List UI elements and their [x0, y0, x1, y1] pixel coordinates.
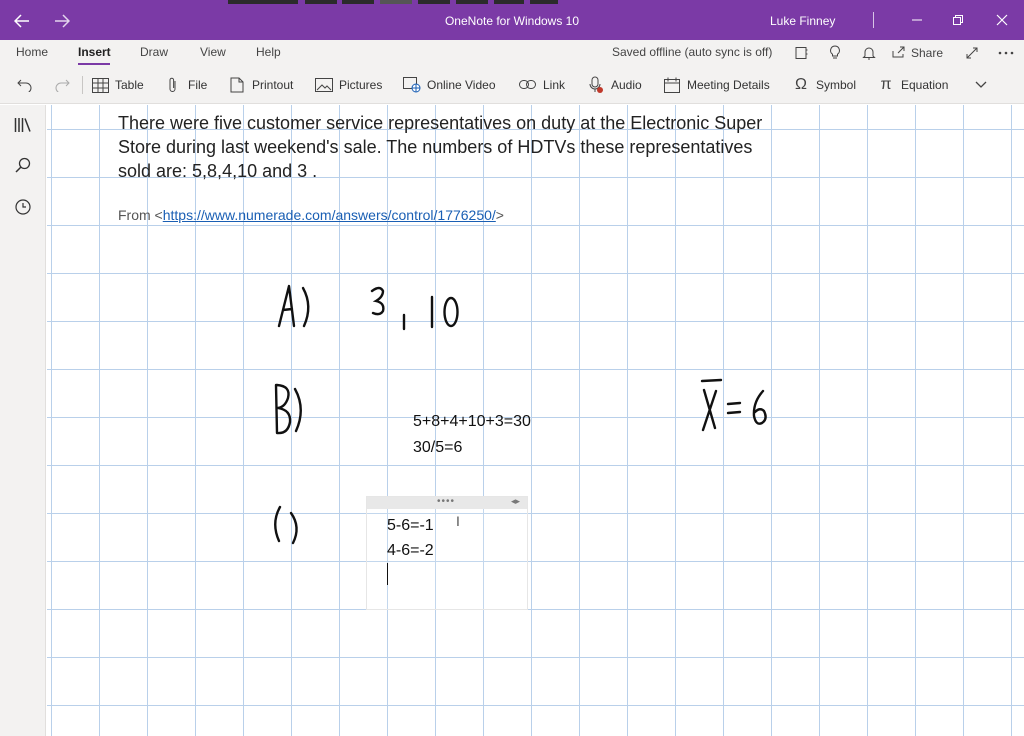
window-title: OneNote for Windows 10	[444, 14, 580, 28]
omega-icon: Ω	[795, 76, 807, 93]
active-tab-indicator	[78, 63, 110, 65]
insert-toolbar: Table File Printout Pictures Online Vide…	[0, 66, 1024, 104]
link-label: Link	[543, 78, 566, 92]
tab-help[interactable]: Help	[256, 45, 281, 59]
insert-file-button[interactable]: File	[164, 75, 207, 95]
toolbar-divider	[82, 76, 83, 94]
audio-icon	[587, 76, 605, 94]
handwritten-a-answer[interactable]	[367, 283, 467, 335]
mean-calculation[interactable]: 30/5=6	[413, 435, 462, 461]
more-options-icon[interactable]	[995, 43, 1017, 63]
link-icon	[519, 76, 537, 94]
taskbar-strip	[228, 0, 298, 4]
equation-label: Equation	[901, 78, 949, 92]
insert-pictures-button[interactable]: Pictures	[315, 75, 382, 95]
deviation-line[interactable]: 4-6=-2	[387, 538, 434, 563]
audio-label: Audio	[611, 78, 642, 92]
meeting-details-label: Meeting Details	[687, 78, 770, 92]
picture-icon	[315, 76, 333, 94]
handwritten-b-label[interactable]	[269, 380, 307, 436]
notebooks-icon[interactable]	[12, 114, 34, 136]
insert-link-button[interactable]: Link	[519, 75, 565, 95]
printout-icon	[228, 76, 246, 94]
notebook-sync-icon[interactable]	[790, 43, 812, 63]
bell-icon[interactable]	[858, 43, 880, 63]
resize-arrows-icon[interactable]: ◂▸	[511, 496, 520, 507]
share-button[interactable]: Share	[892, 43, 943, 63]
source-prefix: From <	[118, 207, 163, 223]
taskbar-strip	[456, 0, 488, 4]
online-video-label: Online Video	[427, 78, 496, 92]
left-navigation	[0, 105, 46, 736]
table-icon	[91, 76, 109, 94]
ribbon-tabs: Home Insert Draw View Help Saved offline…	[0, 40, 1024, 66]
handwritten-mean-notation[interactable]	[697, 376, 777, 434]
insert-table-button[interactable]: Table	[91, 75, 144, 95]
paperclip-icon	[164, 76, 182, 94]
question-text[interactable]: There were five customer service represe…	[118, 111, 778, 183]
insert-meeting-details-button[interactable]: Meeting Details	[663, 75, 770, 95]
taskbar-strip	[305, 0, 337, 4]
handwritten-c-label[interactable]	[269, 503, 305, 547]
note-container[interactable]: •••• ◂▸ 5-6=-1 4-6=-2 I	[366, 496, 528, 610]
symbol-label: Symbol	[816, 78, 857, 92]
insert-online-video-button[interactable]: Online Video	[403, 75, 496, 95]
source-citation: From <https://www.numerade.com/answers/c…	[118, 207, 504, 223]
tab-draw[interactable]: Draw	[140, 45, 168, 59]
page-canvas[interactable]: There were five customer service represe…	[47, 105, 1024, 736]
insert-symbol-button[interactable]: Ω Symbol	[792, 75, 856, 95]
minimize-icon[interactable]	[903, 8, 931, 32]
chevron-down-icon[interactable]	[970, 74, 992, 96]
close-icon[interactable]	[988, 8, 1016, 32]
recent-clock-icon[interactable]	[12, 196, 34, 218]
printout-label: Printout	[252, 78, 294, 92]
taskbar-strip	[418, 0, 450, 4]
tab-view[interactable]: View	[200, 45, 226, 59]
fullscreen-icon[interactable]	[961, 43, 983, 63]
insert-equation-button[interactable]: π Equation	[877, 75, 948, 95]
user-name[interactable]: Luke Finney	[770, 14, 835, 28]
insert-printout-button[interactable]: Printout	[228, 75, 293, 95]
deviation-line[interactable]: 5-6=-1	[387, 513, 434, 538]
taskbar-strip	[342, 0, 374, 4]
undo-icon[interactable]	[14, 74, 36, 96]
insert-audio-button[interactable]: Audio	[587, 75, 642, 95]
ibeam-cursor-icon: I	[456, 513, 460, 529]
file-label: File	[188, 78, 208, 92]
taskbar-strip	[494, 0, 524, 4]
handwritten-a-label[interactable]	[275, 280, 317, 330]
search-icon[interactable]	[12, 154, 34, 176]
online-video-icon	[403, 76, 421, 94]
sync-status: Saved offline (auto sync is off)	[612, 45, 773, 59]
share-icon	[892, 45, 906, 62]
sum-calculation[interactable]: 5+8+4+10+3=30	[413, 409, 531, 435]
redo-icon[interactable]	[51, 74, 73, 96]
tab-insert[interactable]: Insert	[78, 45, 111, 59]
source-suffix: >	[495, 207, 504, 223]
tab-home[interactable]: Home	[16, 45, 48, 59]
taskbar-strip	[380, 0, 412, 4]
pi-icon: π	[880, 76, 892, 93]
restore-icon[interactable]	[944, 8, 972, 32]
title-separator	[873, 12, 874, 28]
taskbar-strip	[530, 0, 558, 4]
table-label: Table	[115, 78, 144, 92]
title-bar: OneNote for Windows 10 Luke Finney	[0, 0, 1024, 40]
text-caret	[387, 563, 388, 585]
drag-dots-icon: ••••	[437, 496, 456, 507]
share-label: Share	[911, 46, 944, 60]
calendar-icon	[663, 76, 681, 94]
deviation-lines[interactable]: 5-6=-1 4-6=-2	[387, 513, 434, 563]
source-link[interactable]: https://www.numerade.com/answers/control…	[163, 207, 496, 223]
note-drag-handle[interactable]: •••• ◂▸	[367, 496, 527, 509]
lightbulb-icon[interactable]	[824, 43, 846, 63]
pictures-label: Pictures	[339, 78, 383, 92]
